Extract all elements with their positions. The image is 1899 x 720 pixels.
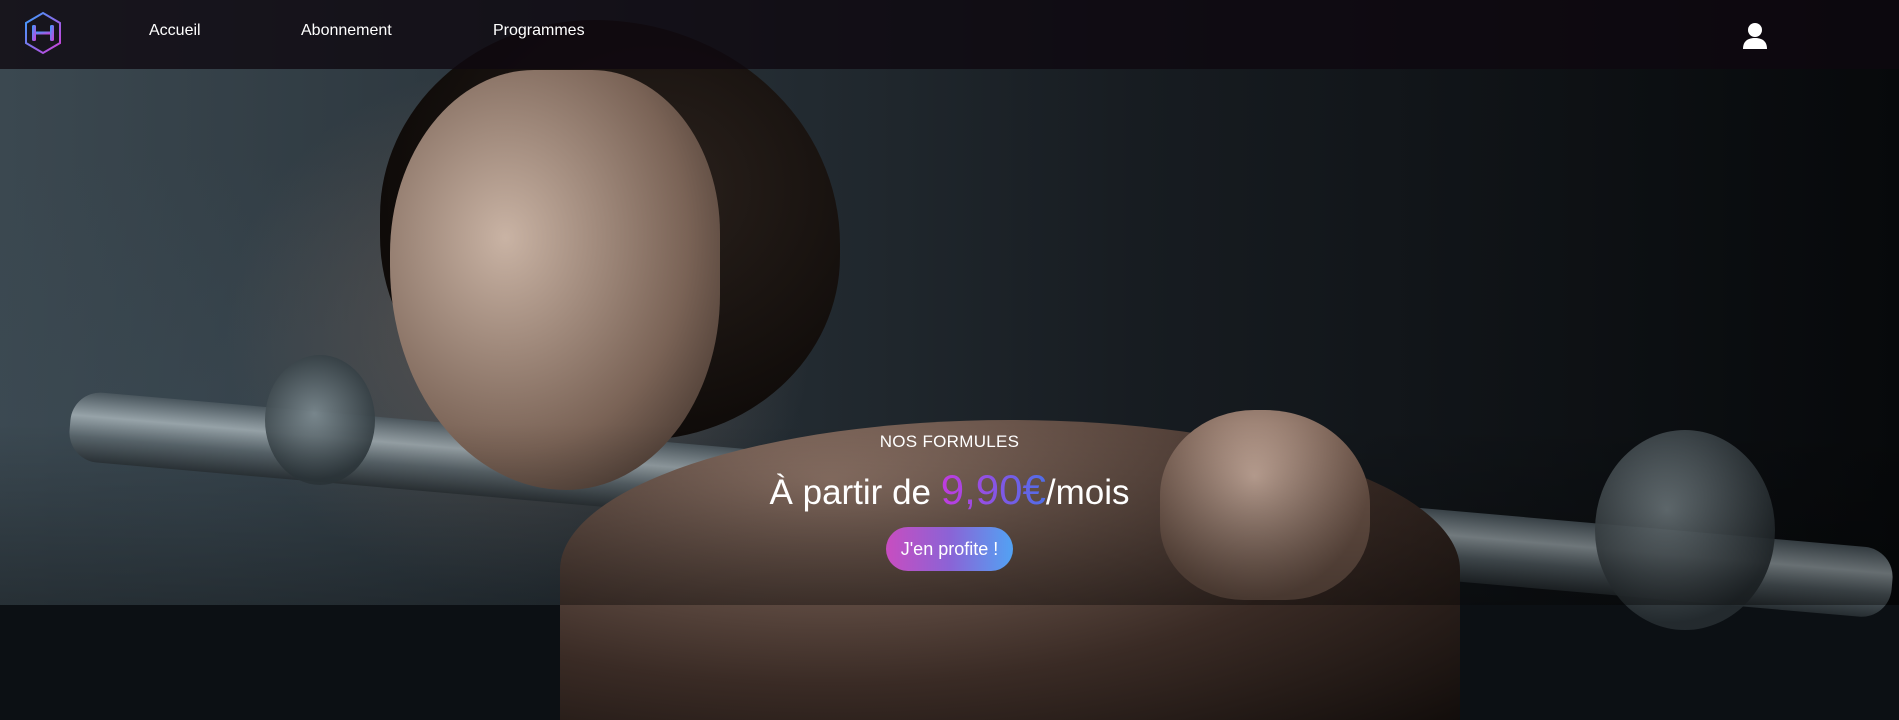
promo-price: 9,90€ [940, 466, 1046, 513]
subscribe-cta-button[interactable]: J'en profite ! [885, 527, 1014, 571]
promo-headline: À partir de 9,90€/mois [0, 469, 1899, 513]
promo-prefix: À partir de [769, 473, 931, 512]
nav-link-programmes[interactable]: Programmes [493, 22, 585, 40]
promo-eyebrow: NOS FORMULES [879, 432, 1020, 451]
nav-link-accueil[interactable]: Accueil [149, 22, 201, 40]
promo-suffix: /mois [1045, 473, 1130, 512]
nav-link-abonnement[interactable]: Abonnement [301, 22, 392, 40]
user-icon[interactable] [1742, 22, 1768, 50]
dumbbell-hexagon-logo-icon[interactable] [20, 10, 66, 56]
top-navbar: Accueil Abonnement Programmes [0, 0, 1899, 69]
pricing-promo: NOS FORMULES À partir de 9,90€/mois J'en… [0, 432, 1899, 571]
